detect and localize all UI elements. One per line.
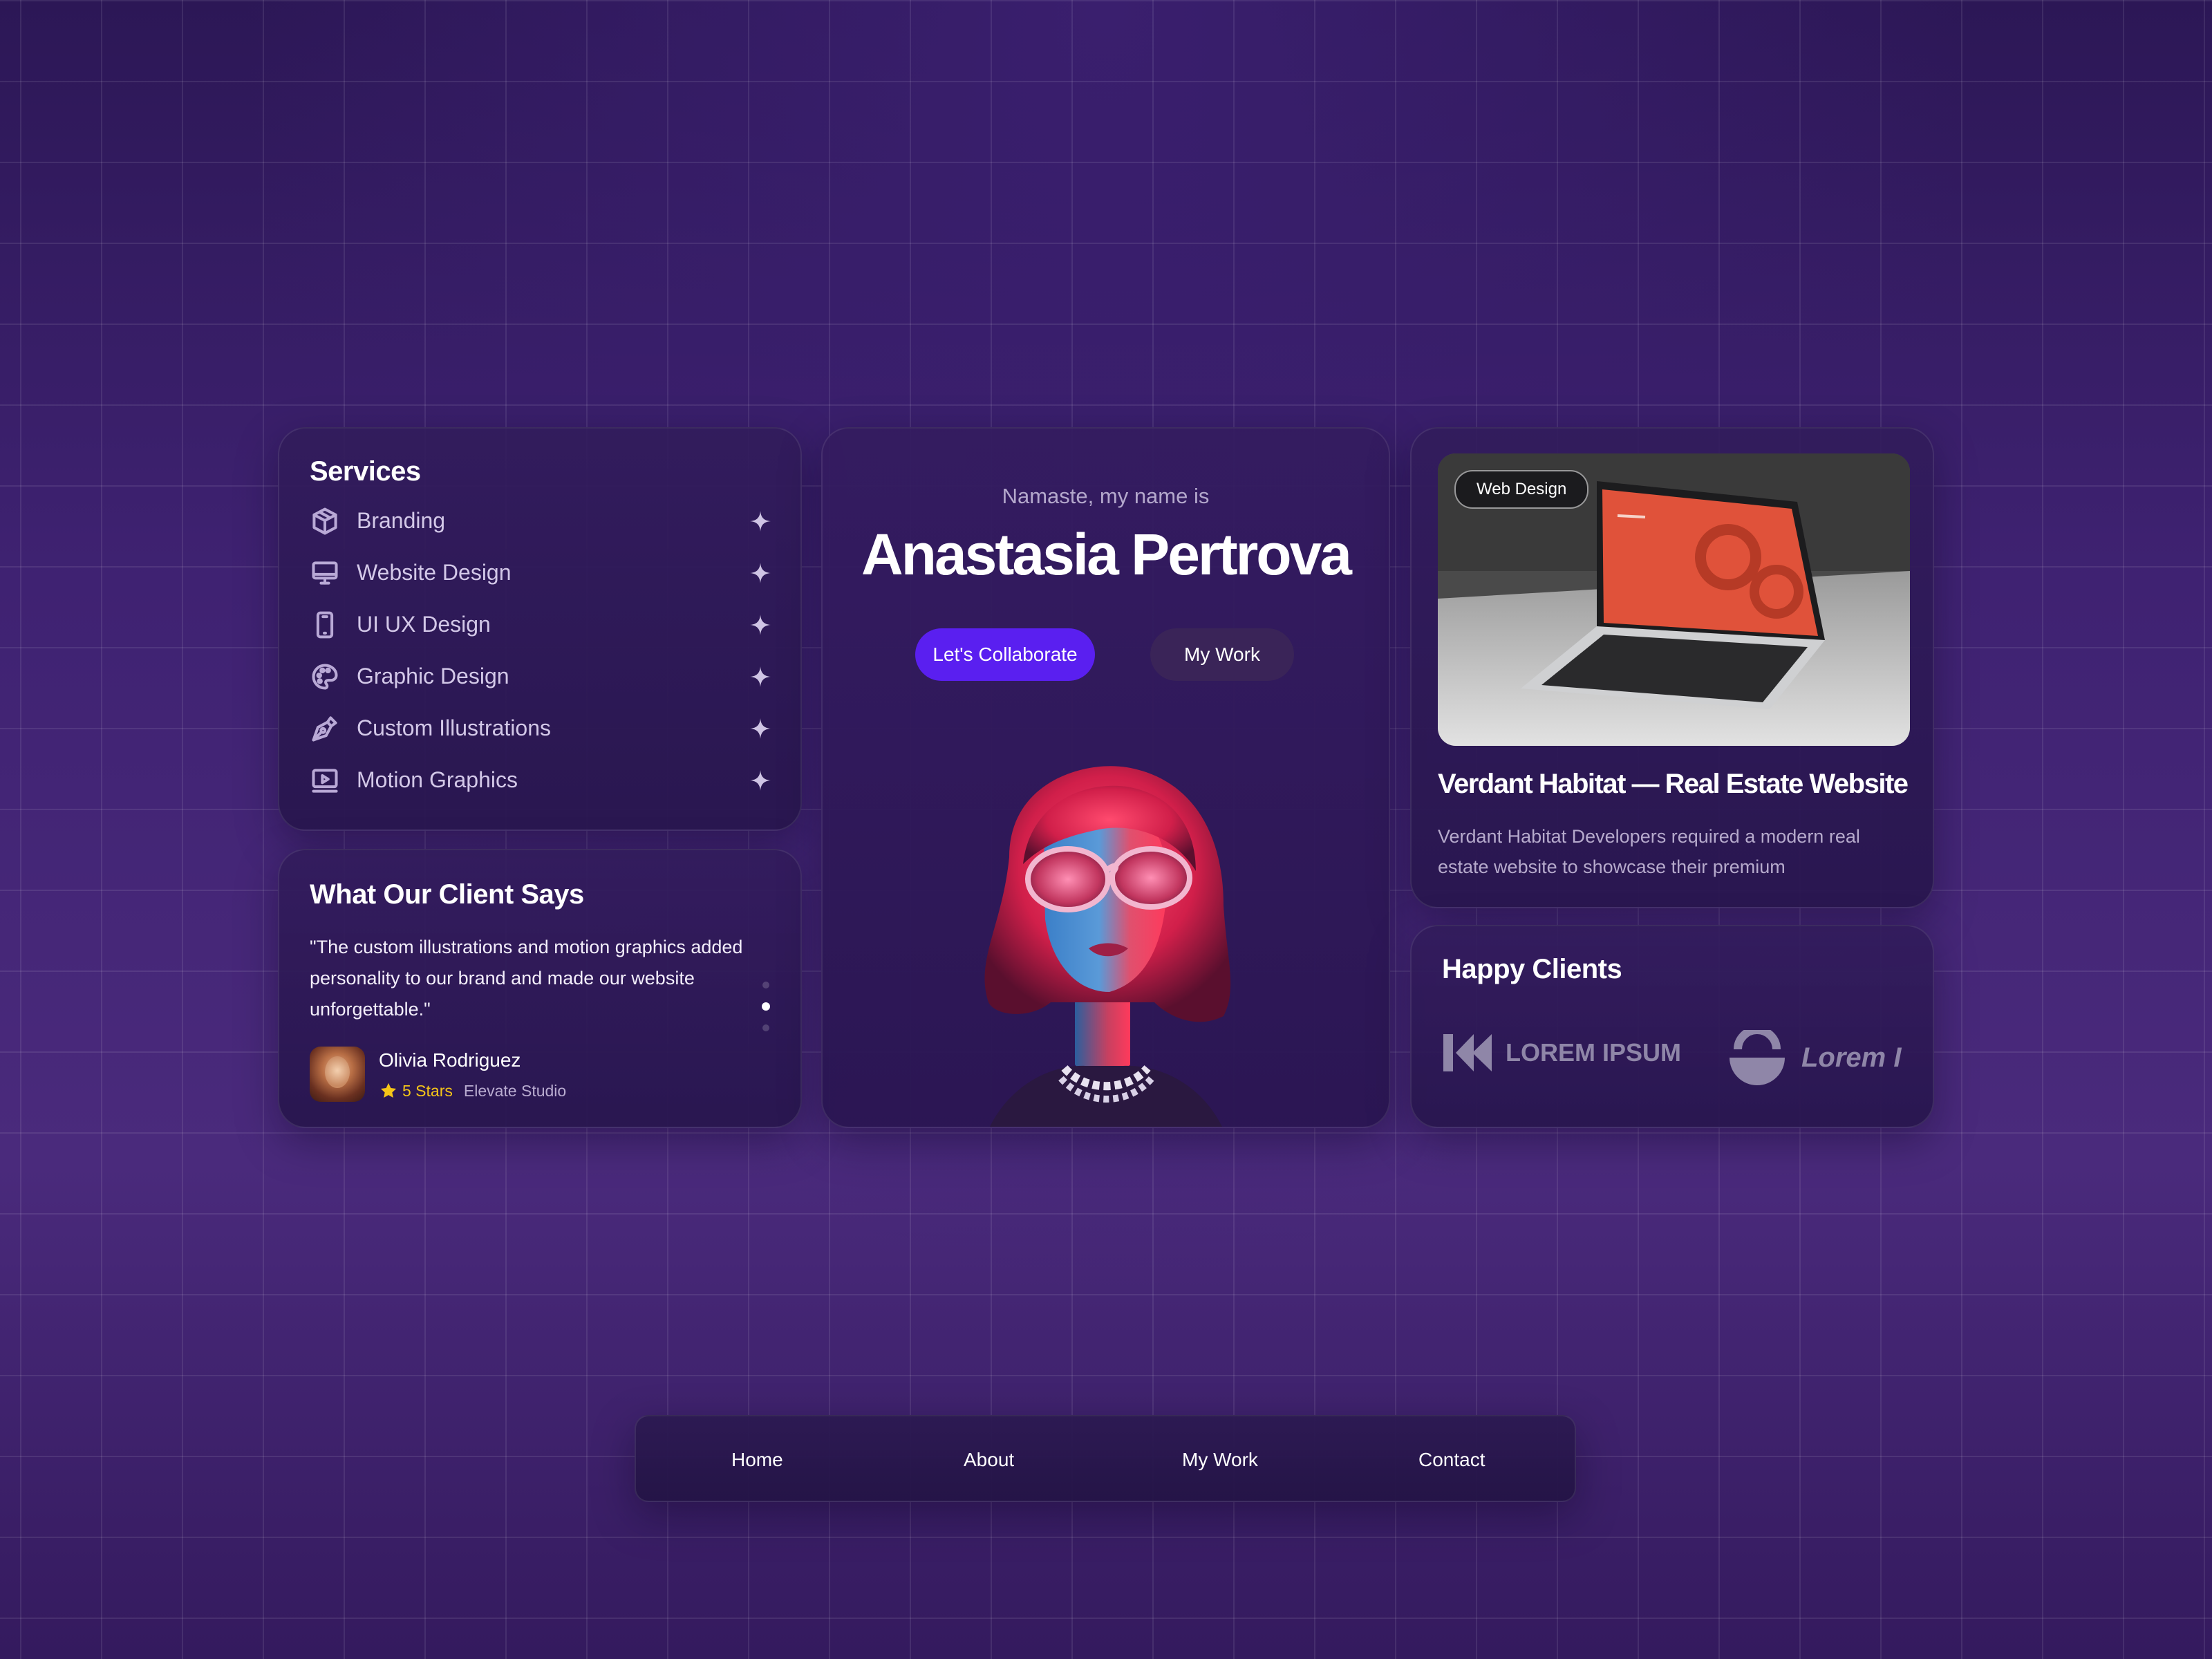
star-icon [380, 1082, 397, 1098]
carousel-dot-active[interactable] [762, 1002, 770, 1011]
smartphone-icon [310, 610, 340, 640]
palette-icon [310, 662, 340, 692]
service-label: UI UX Design [357, 612, 491, 637]
project-title[interactable]: Verdant Habitat — Real Estate Website [1438, 769, 1909, 800]
hero-card: Namaste, my name is Anastasia Pertrova L… [821, 427, 1390, 1128]
clients-title: Happy Clients [1442, 954, 1622, 984]
plus-icon[interactable] [748, 768, 773, 793]
rewind-logo-icon [1443, 1034, 1492, 1071]
service-label: Motion Graphics [357, 767, 518, 792]
rating-row: 5 Stars Elevate Studio [379, 1081, 566, 1100]
testimonial-title: What Our Client Says [310, 879, 584, 910]
client-name: Olivia Rodriguez [379, 1049, 521, 1071]
nav-contact[interactable]: Contact [1418, 1416, 1485, 1503]
service-item-graphic-design[interactable]: Graphic Design [310, 650, 773, 702]
bottom-nav: Home About My Work Contact [635, 1415, 1576, 1502]
nav-my-work[interactable]: My Work [1182, 1416, 1258, 1503]
project-description: Verdant Habitat Developers required a mo… [1438, 826, 1860, 877]
service-item-ui-ux-design[interactable]: UI UX Design [310, 599, 773, 650]
box-icon [310, 506, 340, 536]
collaborate-button[interactable]: Let's Collaborate [915, 628, 1095, 681]
service-label: Branding [357, 508, 446, 533]
service-label: Website Design [357, 560, 512, 585]
nav-about[interactable]: About [964, 1416, 1014, 1503]
hero-name: Anastasia Pertrova [861, 522, 1352, 587]
client-company: Elevate Studio [463, 1081, 567, 1100]
happy-clients-card: Happy Clients LOREM IPSUM Lorem I [1410, 925, 1934, 1128]
service-item-motion-graphics[interactable]: Motion Graphics [310, 754, 773, 806]
plus-icon[interactable] [748, 716, 773, 741]
carousel-dots [762, 982, 770, 1045]
services-title: Services [310, 456, 421, 487]
project-image[interactable]: Web Design [1438, 453, 1910, 746]
services-card: Services Branding Website Design UI UX D… [278, 427, 802, 831]
pen-tool-icon [310, 713, 340, 744]
category-tag[interactable]: Web Design [1454, 470, 1589, 509]
hero-greeting: Namaste, my name is [1002, 484, 1210, 508]
client-logo-1: LOREM IPSUM [1442, 1030, 1681, 1076]
testimonial-card: What Our Client Says "The custom illustr… [278, 849, 802, 1128]
carousel-dot[interactable] [762, 982, 769, 988]
monitor-icon [310, 558, 340, 588]
project-card[interactable]: Web Design Verdant Habitat — Real Estate… [1410, 427, 1934, 908]
service-label: Custom Illustrations [357, 715, 551, 740]
service-label: Graphic Design [357, 664, 509, 688]
plus-icon[interactable] [748, 612, 773, 637]
avatar [310, 1047, 365, 1102]
testimonial-quote: "The custom illustrations and motion gra… [310, 937, 743, 1020]
plus-icon[interactable] [748, 561, 773, 585]
client-logo-2: Lorem I [1725, 1030, 1901, 1085]
service-item-custom-illustrations[interactable]: Custom Illustrations [310, 702, 773, 754]
half-circle-logo-icon [1730, 1030, 1785, 1085]
client-logo-1-text: LOREM IPSUM [1506, 1038, 1682, 1067]
video-icon [310, 765, 340, 796]
nav-home[interactable]: Home [731, 1416, 783, 1503]
my-work-button[interactable]: My Work [1150, 628, 1294, 681]
client-logo-2-text: Lorem I [1801, 1042, 1902, 1073]
plus-icon[interactable] [748, 664, 773, 689]
carousel-dot[interactable] [762, 1024, 769, 1031]
rating-label: 5 Stars [402, 1081, 453, 1100]
plus-icon[interactable] [748, 509, 773, 534]
portrait-image [984, 766, 1231, 1127]
service-item-branding[interactable]: Branding [310, 495, 773, 547]
service-item-website-design[interactable]: Website Design [310, 547, 773, 599]
